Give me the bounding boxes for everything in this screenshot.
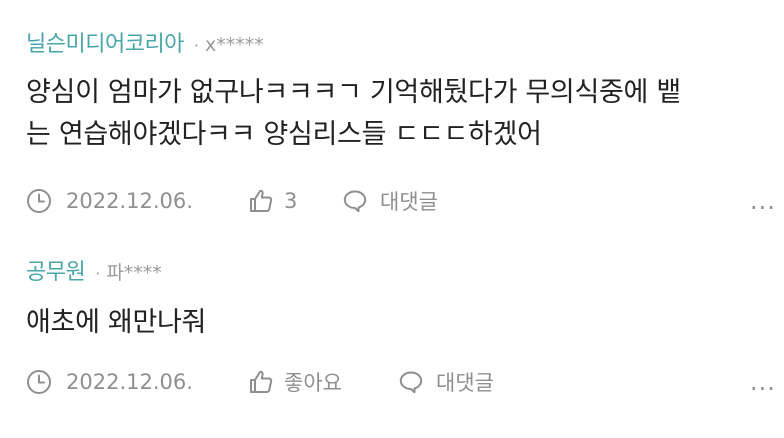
author-name[interactable]: 닐슨미디어코리아 (26, 26, 184, 58)
comment-meta-row: 2022.12.06. 좋아요 대댓글 ... (26, 367, 784, 397)
reply-button[interactable]: 대댓글 (342, 186, 438, 216)
like-button[interactable]: 좋아요 (248, 367, 342, 397)
comment-author-line: 공무원 · 파**** (26, 254, 162, 286)
author-name[interactable]: 공무원 (26, 254, 86, 286)
clock-icon (26, 188, 52, 214)
more-options-button[interactable]: ... (750, 186, 776, 216)
like-label: 좋아요 (284, 371, 342, 395)
like-count: 3 (284, 189, 298, 213)
comment-date: 2022.12.06. (26, 367, 193, 397)
more-options-icon: ... (750, 368, 776, 396)
more-options-icon: ... (750, 187, 776, 215)
more-options-button[interactable]: ... (750, 367, 776, 397)
comment-meta-row: 2022.12.06. 3 대댓글 ... (26, 186, 784, 216)
comment-author-line: 닐슨미디어코리아 · x***** (26, 26, 264, 58)
masked-user-id: 파**** (106, 262, 162, 284)
reply-label: 대댓글 (380, 190, 438, 214)
comment-body-line: 는 연습해야겠다ㅋㅋ 양심리스들 ㄷㄷㄷ하겠어 (26, 119, 542, 150)
comment-date: 2022.12.06. (26, 186, 193, 216)
thumbs-up-icon (248, 369, 274, 395)
comment-body: 양심이 엄마가 없구나ㅋㅋㅋㄱ 기억해뒀다가 무의식중에 뱉 는 연습해야겠다ㅋ… (26, 72, 766, 156)
reply-button[interactable]: 대댓글 (398, 367, 494, 397)
comment-date-text: 2022.12.06. (66, 370, 193, 394)
speech-bubble-icon (342, 188, 368, 214)
reply-label: 대댓글 (436, 371, 494, 395)
comment-item: 공무원 · 파**** 애초에 왜만나줘 2022.12.06. 좋아요 대댓글… (0, 230, 784, 438)
masked-user-id: x***** (205, 34, 264, 56)
author-separator: · (95, 264, 101, 283)
comment-body-line: 애초에 왜만나줘 (26, 307, 207, 338)
comment-item: 닐슨미디어코리아 · x***** 양심이 엄마가 없구나ㅋㅋㅋㄱ 기억해뒀다가… (0, 0, 784, 230)
author-separator: · (193, 36, 200, 55)
comment-body: 애초에 왜만나줘 (26, 302, 766, 344)
comment-body-line: 양심이 엄마가 없구나ㅋㅋㅋㄱ 기억해뒀다가 무의식중에 뱉 (26, 77, 681, 108)
speech-bubble-icon (398, 369, 424, 395)
clock-icon (26, 369, 52, 395)
thumbs-up-icon (248, 188, 274, 214)
like-button[interactable]: 3 (248, 186, 297, 216)
comment-date-text: 2022.12.06. (66, 189, 193, 213)
